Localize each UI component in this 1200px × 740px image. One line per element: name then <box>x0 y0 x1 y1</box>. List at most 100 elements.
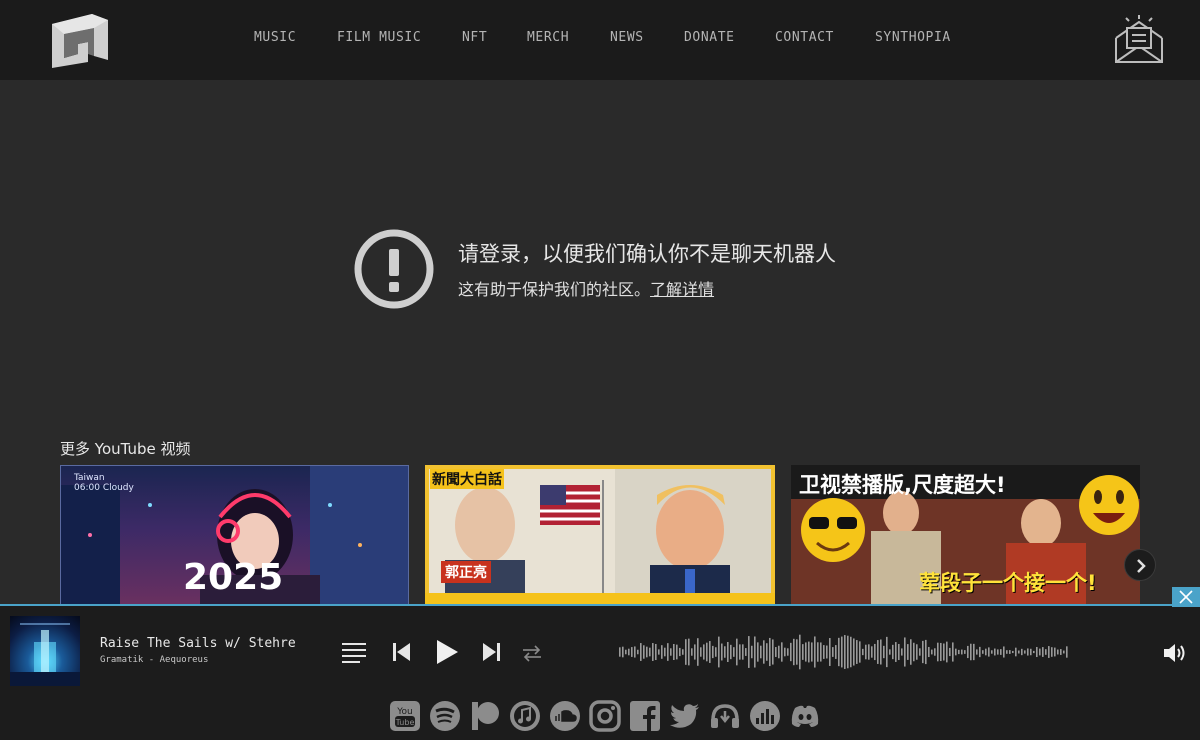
newsletter-mail-icon[interactable] <box>1112 14 1166 66</box>
youtube-icon[interactable]: You Tube <box>389 700 421 732</box>
waveform-bar <box>688 638 690 666</box>
waveform-bar <box>643 645 645 659</box>
news-show-logo: 新聞大白話 <box>430 469 504 489</box>
nav-news[interactable]: NEWS <box>610 30 644 45</box>
waveform-bar <box>958 649 960 655</box>
volume-icon[interactable] <box>1162 642 1188 664</box>
discord-icon[interactable] <box>789 700 821 732</box>
waveform-bar <box>931 649 933 655</box>
waveform-bar <box>724 646 726 658</box>
main-nav: MUSIC FILM MUSIC NFT MERCH NEWS DONATE C… <box>0 30 1200 50</box>
audiomack-icon[interactable] <box>709 700 741 732</box>
thumbnail-caption: 荤段子一个接一个! <box>919 571 1097 595</box>
waveform-bar <box>709 641 711 663</box>
repeat-icon[interactable] <box>520 642 544 664</box>
waveform-bar <box>667 643 669 661</box>
soundcloud-icon[interactable] <box>549 700 581 732</box>
waveform-bar <box>1066 646 1068 658</box>
video-thumbnail-2[interactable]: 新聞大白話 郭正亮 <box>425 465 775 605</box>
waveform-bar <box>757 642 759 662</box>
close-player-button[interactable] <box>1172 587 1200 607</box>
video-thumbnail-1[interactable]: Taiwan 06:00 Cloudy 2025 <box>60 465 409 605</box>
waveform-bar <box>670 648 672 656</box>
waveform-bar <box>1063 650 1065 654</box>
waveform-bar <box>898 643 900 661</box>
waveform-bar <box>763 640 765 664</box>
waveform-bar <box>1018 650 1020 654</box>
waveform-bar <box>1012 650 1014 654</box>
waveform-bar <box>874 643 876 661</box>
waveform-bar <box>640 643 642 661</box>
waveform-bar <box>964 650 966 654</box>
waveform-bar <box>1009 650 1011 654</box>
waveform-bar <box>1015 647 1017 657</box>
waveform-bar <box>718 636 720 668</box>
nav-synthopia[interactable]: SYNTHOPIA <box>875 30 951 45</box>
waveform-bar <box>850 636 852 668</box>
waveform-bar <box>766 643 768 661</box>
waveform-bar <box>886 636 888 668</box>
nav-donate[interactable]: DONATE <box>684 30 735 45</box>
nav-contact[interactable]: CONTACT <box>775 30 834 45</box>
waveform-bar <box>892 644 894 660</box>
waveform-bar <box>853 638 855 666</box>
sign-in-prompt-subtitle: 这有助于保护我们的社区。了解详情 <box>458 276 714 300</box>
waveform-bar <box>1054 647 1056 657</box>
facebook-icon[interactable] <box>629 700 661 732</box>
waveform-bar <box>751 645 753 659</box>
waveform-bar <box>679 647 681 657</box>
video-thumbnail-3[interactable]: 卫视禁播版,尺度超大! 荤段子一个接一个! <box>791 465 1140 605</box>
waveform-bar <box>889 649 891 655</box>
waveform-bar <box>745 648 747 656</box>
waveform-bar <box>967 645 969 659</box>
learn-more-link[interactable]: 了解详情 <box>650 280 714 299</box>
next-icon[interactable] <box>480 640 502 664</box>
waveform-bar <box>631 647 633 657</box>
patreon-icon[interactable] <box>469 700 501 732</box>
apple-music-icon[interactable] <box>509 700 541 732</box>
waveform-bar <box>721 643 723 661</box>
spotify-icon[interactable] <box>429 700 461 732</box>
waveform-bar <box>910 639 912 665</box>
waveform-bar <box>907 644 909 660</box>
waveform-bar <box>661 645 663 659</box>
previous-icon[interactable] <box>391 640 413 664</box>
sign-in-prompt-title: 请登录，以便我们确认你不是聊天机器人 <box>458 242 836 266</box>
nav-nft[interactable]: NFT <box>462 30 487 45</box>
playlist-icon[interactable] <box>340 640 368 664</box>
waveform-bar <box>673 643 675 661</box>
nav-film-music[interactable]: FILM MUSIC <box>337 30 421 45</box>
waveform-bar <box>1021 648 1023 656</box>
site-header: MUSIC FILM MUSIC NFT MERCH NEWS DONATE C… <box>0 0 1200 80</box>
waveform-bar <box>904 637 906 667</box>
waveform-bar <box>871 646 873 658</box>
waveform-bar <box>970 643 972 661</box>
play-icon[interactable] <box>434 638 460 666</box>
sign-in-prompt-text: 这有助于保护我们的社区。 <box>458 280 651 299</box>
alert-icon <box>354 229 434 309</box>
waveform-bar <box>649 647 651 657</box>
waveform-bar <box>1057 649 1059 655</box>
waveform-bar <box>655 643 657 661</box>
track-waveform[interactable] <box>618 632 1070 672</box>
waveform-bar <box>1036 646 1038 658</box>
waveform-bar <box>652 643 654 661</box>
deezer-icon[interactable] <box>749 700 781 732</box>
more-videos-heading: 更多 YouTube 视频 <box>60 440 191 458</box>
waveform-bar <box>811 642 813 662</box>
music-player-bar: Raise The Sails w/ Stehre Gramatik - Aeq… <box>0 587 1200 740</box>
nav-merch[interactable]: MERCH <box>527 30 569 45</box>
nav-music[interactable]: MUSIC <box>254 30 296 45</box>
waveform-bar <box>1000 649 1002 655</box>
album-art-image <box>10 623 80 686</box>
waveform-bar <box>820 642 822 662</box>
waveform-bar <box>703 644 705 660</box>
waveform-bar <box>697 638 699 666</box>
twitter-icon[interactable] <box>669 700 701 732</box>
instagram-icon[interactable] <box>589 700 621 732</box>
waveform-bar <box>847 635 849 669</box>
carousel-next-button[interactable] <box>1124 549 1156 581</box>
waveform-bar <box>712 645 714 659</box>
waveform-bar <box>760 645 762 659</box>
waveform-bar <box>1051 647 1053 657</box>
